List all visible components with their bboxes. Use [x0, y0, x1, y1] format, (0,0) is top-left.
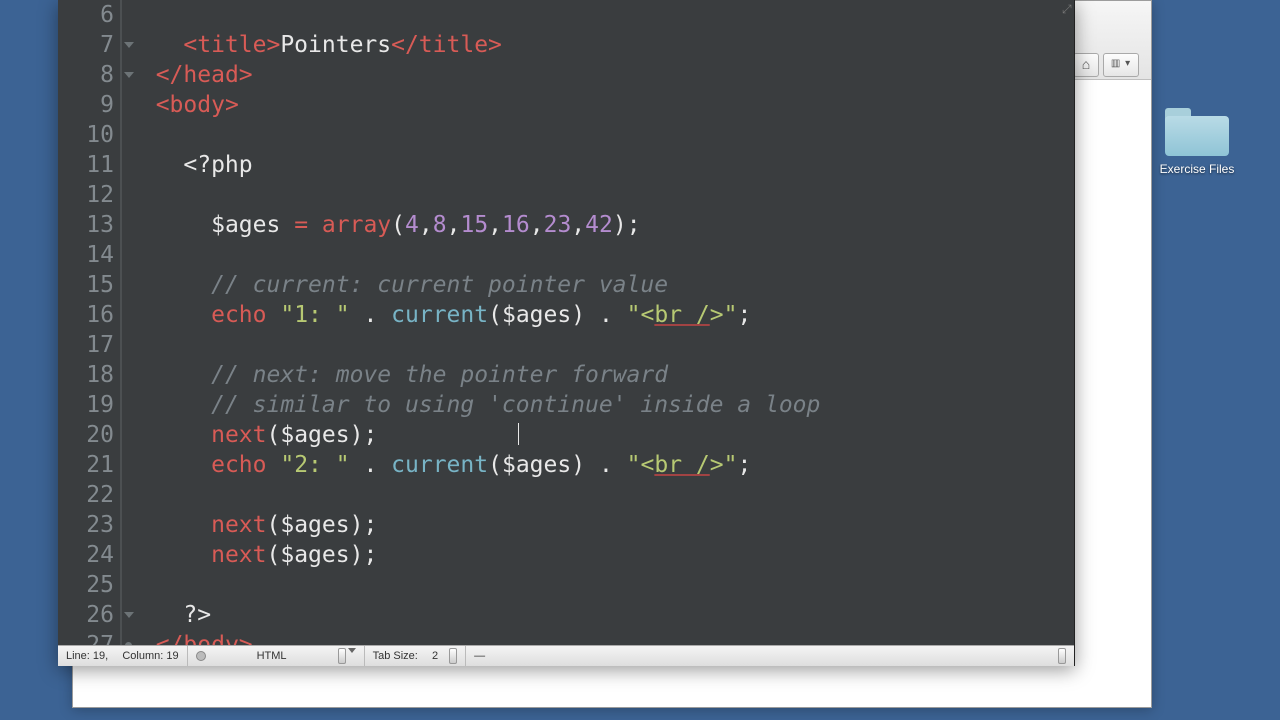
code-editor-window: 6 7 8 9 10 11 12 13 14 15 16 17 18 19 20… [58, 0, 1075, 666]
line-number: 7 [58, 30, 120, 60]
line-number: 10 [58, 120, 120, 150]
line-number: 23 [58, 510, 120, 540]
line-number: 26 [58, 600, 120, 630]
line-number: 17 [58, 330, 120, 360]
home-button[interactable] [1073, 53, 1099, 77]
line-number: 12 [58, 180, 120, 210]
status-line-col: Line: 19, Column: 19 [58, 646, 188, 666]
sidebar-toggle-button[interactable] [1103, 53, 1139, 77]
line-number: 27 [58, 630, 120, 645]
line-number: 11 [58, 150, 120, 180]
line-number: 18 [58, 360, 120, 390]
desktop-folder-exercise-files[interactable]: Exercise Files [1152, 108, 1242, 176]
code-text[interactable]: <title>Pointers</title> </head> <body> <… [122, 0, 1074, 645]
line-number: 24 [58, 540, 120, 570]
line-number: 13 [58, 210, 120, 240]
status-tab-size-selector[interactable]: Tab Size: 2 [365, 646, 467, 666]
line-number: 8 [58, 60, 120, 90]
line-number: 14 [58, 240, 120, 270]
desktop: Exercise Files 6 7 8 9 10 11 12 13 14 15… [0, 0, 1280, 720]
line-number-gutter: 6 7 8 9 10 11 12 13 14 15 16 17 18 19 20… [58, 0, 122, 645]
folder-icon [1165, 108, 1229, 156]
line-number: 19 [58, 390, 120, 420]
line-number: 15 [58, 270, 120, 300]
text-cursor-icon [518, 423, 519, 445]
line-number: 20 [58, 420, 120, 450]
chevron-down-icon [348, 648, 356, 653]
editor-status-bar: Line: 19, Column: 19 HTML Tab Size: 2 — [58, 645, 1074, 666]
line-number: 16 [58, 300, 120, 330]
line-number: 25 [58, 570, 120, 600]
code-area[interactable]: 6 7 8 9 10 11 12 13 14 15 16 17 18 19 20… [58, 0, 1074, 645]
line-number: 6 [58, 0, 120, 30]
line-number: 21 [58, 450, 120, 480]
status-syntax-selector[interactable]: HTML [188, 646, 365, 666]
record-dot-icon [196, 651, 206, 661]
line-number: 9 [58, 90, 120, 120]
desktop-folder-label: Exercise Files [1152, 162, 1242, 176]
status-extra: — [466, 646, 1074, 666]
line-number: 22 [58, 480, 120, 510]
